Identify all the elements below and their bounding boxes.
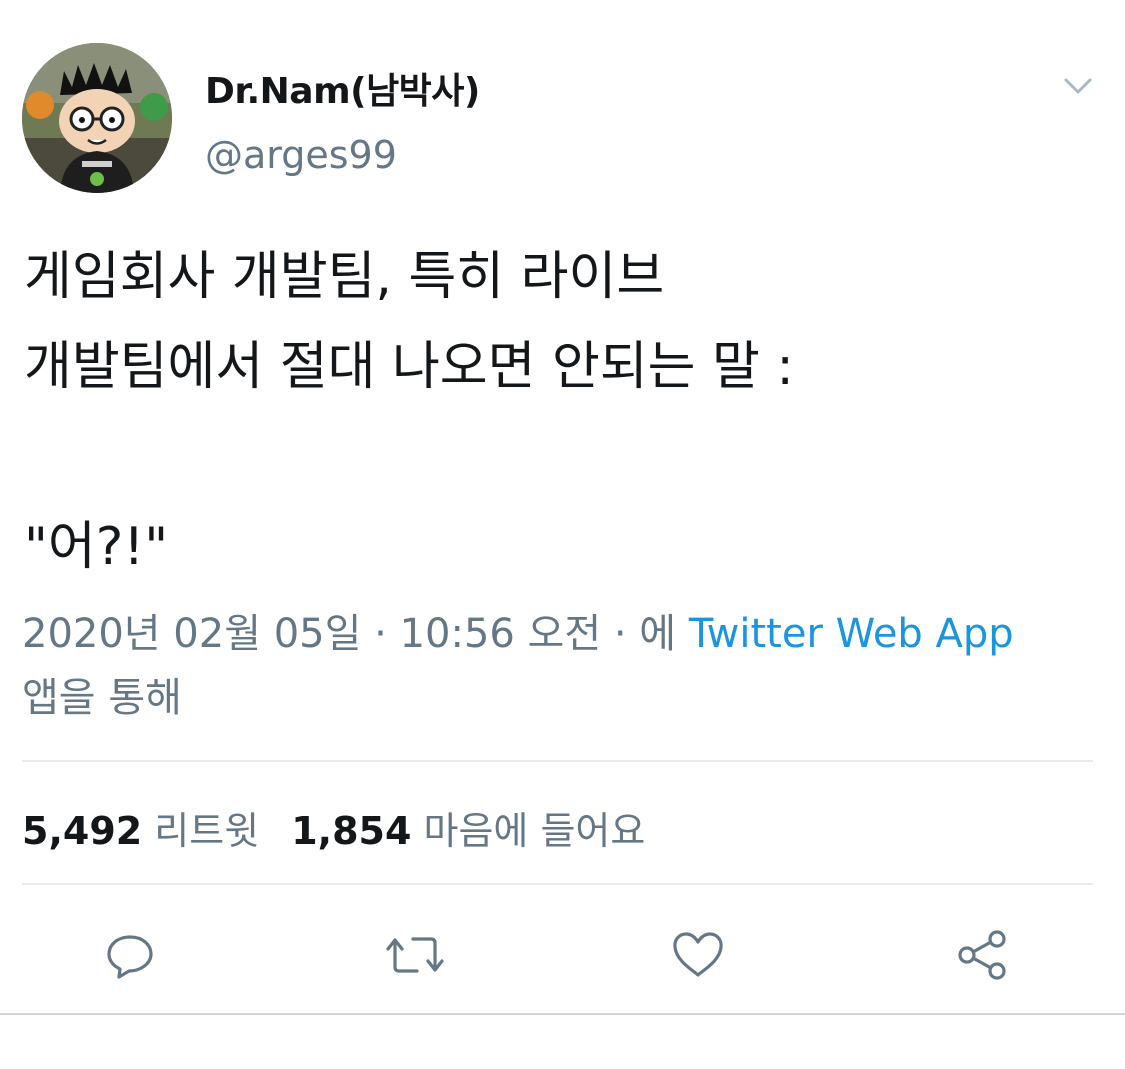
likes-label: 마음에 들어요 xyxy=(423,809,646,853)
retweets-stat[interactable]: 5,492 리트윗 xyxy=(22,809,291,853)
chevron-down-icon[interactable] xyxy=(1060,68,1096,104)
timestamp[interactable]: 2020년 02월 05일 · 10:56 오전 · 에 xyxy=(22,611,689,657)
reply-icon[interactable] xyxy=(100,925,160,985)
share-icon[interactable] xyxy=(953,925,1013,985)
retweet-icon[interactable] xyxy=(385,925,445,985)
likes-count: 1,854 xyxy=(291,809,412,853)
avatar-image xyxy=(22,43,172,193)
avatar[interactable] xyxy=(22,43,172,193)
bottom-divider xyxy=(0,1013,1125,1015)
heart-icon[interactable] xyxy=(668,925,728,985)
tweet-meta: 2020년 02월 05일 · 10:56 오전 · 에 Twitter Web… xyxy=(22,602,1022,730)
divider xyxy=(22,883,1093,885)
retweets-count: 5,492 xyxy=(22,809,143,853)
source-link[interactable]: Twitter Web App xyxy=(689,611,1014,657)
retweets-label: 리트윗 xyxy=(154,809,260,853)
likes-stat[interactable]: 1,854 마음에 들어요 xyxy=(291,809,677,853)
divider xyxy=(22,760,1093,762)
source-suffix: 앱을 통해 xyxy=(22,675,182,721)
tweet-card: Dr.Nam(남박사) @arges99 게임회사 개발팀, 특히 라이브 개발… xyxy=(0,0,1125,1069)
tweet-text: 게임회사 개발팀, 특히 라이브 개발팀에서 절대 나오면 안되는 말 : "어… xyxy=(24,247,794,577)
tweet-stats: 5,492 리트윗 1,854 마음에 들어요 xyxy=(22,800,677,855)
display-name[interactable]: Dr.Nam(남박사) xyxy=(205,62,480,114)
user-handle[interactable]: @arges99 xyxy=(205,133,397,177)
